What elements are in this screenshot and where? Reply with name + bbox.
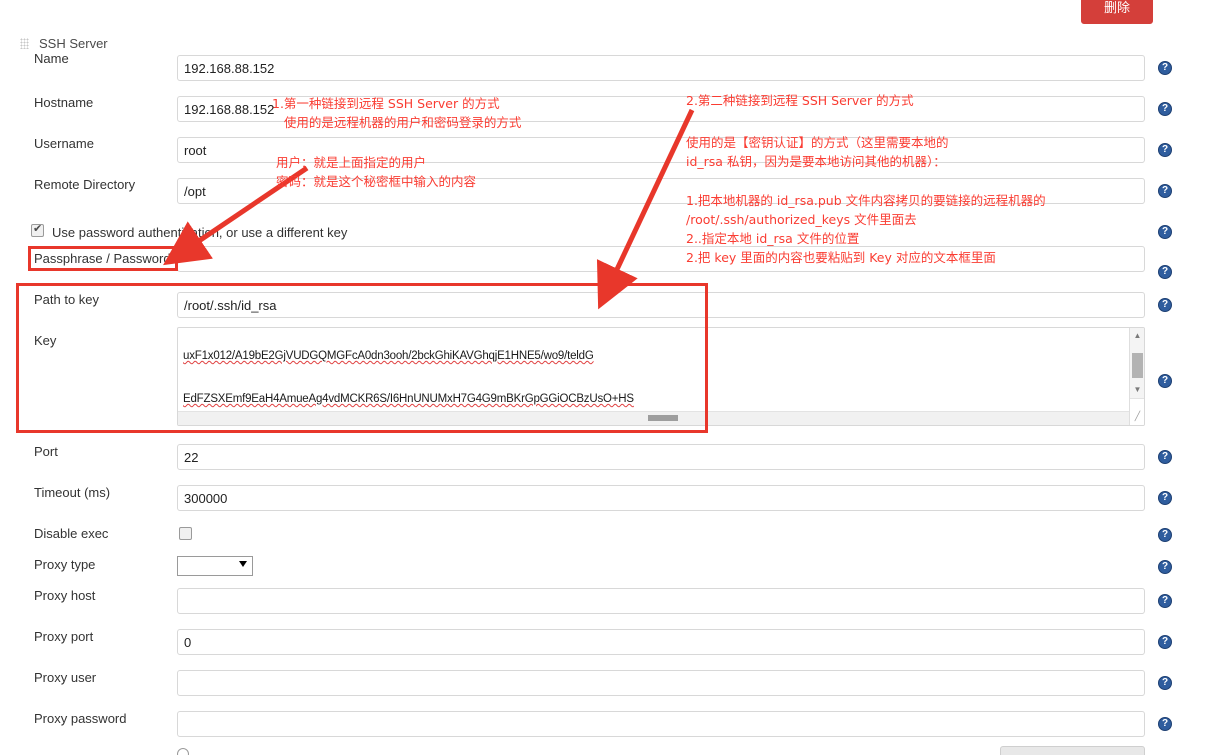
proxy-type-select[interactable]	[177, 556, 253, 576]
proxy-port-input[interactable]	[177, 629, 1145, 655]
help-icon-name[interactable]: ?	[1158, 61, 1172, 75]
key-vertical-scroll-thumb[interactable]	[1132, 353, 1143, 378]
proxy-user-input[interactable]	[177, 670, 1145, 696]
bottom-button-partial[interactable]	[1000, 746, 1145, 755]
key-vertical-scrollbar[interactable]: ▲ ▼ ╱	[1129, 328, 1144, 425]
port-input[interactable]	[177, 444, 1145, 470]
ssh-server-settings-page: 删除 SSH Server Name ? Hostname ? Username…	[0, 0, 1205, 755]
scroll-down-arrow-icon[interactable]: ▼	[1130, 382, 1144, 397]
help-icon-proxy-port[interactable]: ?	[1158, 635, 1172, 649]
label-timeout: Timeout (ms)	[34, 485, 111, 500]
help-icon-remote-directory[interactable]: ?	[1158, 184, 1172, 198]
key-horizontal-scrollbar[interactable]	[178, 411, 1131, 425]
resize-grip-icon[interactable]: ╱	[1130, 398, 1144, 425]
section-title: SSH Server	[39, 35, 108, 51]
annotation-note-1: 1.第一种链接到远程 SSH Server 的方式 使用的是远程机器的用户和密码…	[272, 96, 522, 130]
label-proxy-host: Proxy host	[34, 588, 96, 603]
help-icon-port[interactable]: ?	[1158, 450, 1172, 464]
timeout-input[interactable]	[177, 485, 1145, 511]
delete-button[interactable]: 删除	[1081, 0, 1153, 24]
proxy-host-input[interactable]	[177, 588, 1145, 614]
help-icon-proxy-password[interactable]: ?	[1158, 717, 1172, 731]
label-username: Username	[34, 136, 94, 151]
help-icon-username[interactable]: ?	[1158, 143, 1172, 157]
annotation-note-5: 1.把本地机器的 id_rsa.pub 文件内容拷贝的要链接的远程机器的 /ro…	[686, 193, 1046, 265]
use-password-auth-checkbox[interactable]	[31, 222, 44, 237]
label-disable-exec: Disable exec	[34, 526, 109, 541]
chevron-down-icon	[239, 561, 247, 567]
help-icon-key[interactable]: ?	[1158, 374, 1172, 388]
label-remote-directory: Remote Directory	[34, 177, 136, 192]
key-line: EdFZSXEmf9EaH4AmueAg4vdMCKR6S/I6HnUNUMxH…	[183, 393, 634, 406]
label-key: Key	[34, 333, 57, 348]
help-icon-passphrase[interactable]: ?	[1158, 225, 1172, 239]
label-proxy-type: Proxy type	[34, 557, 96, 572]
disable-exec-checkbox[interactable]	[179, 527, 192, 540]
scroll-up-arrow-icon[interactable]: ▲	[1130, 328, 1144, 343]
label-passphrase: Passphrase / Password	[34, 251, 171, 266]
label-proxy-user: Proxy user	[34, 670, 97, 685]
label-hostname: Hostname	[34, 95, 94, 110]
key-horizontal-scroll-thumb[interactable]	[648, 415, 678, 421]
drag-handle-icon[interactable]	[20, 37, 29, 49]
help-icon-proxy-user[interactable]: ?	[1158, 676, 1172, 690]
help-icon-path-to-key[interactable]: ?	[1158, 265, 1172, 279]
annotation-note-2: 用户：就是上面指定的用户 密码：就是这个秘密框中输入的内容	[276, 155, 477, 189]
label-proxy-port: Proxy port	[34, 629, 94, 644]
help-icon-proxy-host[interactable]: ?	[1158, 594, 1172, 608]
annotation-note-4: 使用的是【密钥认证】的方式（这里需要本地的 id_rsa 私钥，因为是要本地访问…	[686, 135, 949, 169]
path-to-key-input[interactable]	[177, 292, 1145, 318]
proxy-password-input[interactable]	[177, 711, 1145, 737]
help-icon-path-to-key-2[interactable]: ?	[1158, 298, 1172, 312]
use-password-auth-label: Use password authentication, or use a di…	[52, 225, 348, 240]
help-icon-proxy-type[interactable]: ?	[1158, 560, 1172, 574]
key-line: uxF1x012/A19bE2GjVUDGQMGFcA0dn3ooh/2bckG…	[183, 349, 594, 362]
key-textarea[interactable]: uxF1x012/A19bE2GjVUDGQMGFcA0dn3ooh/2bckG…	[177, 327, 1145, 426]
label-path-to-key: Path to key	[34, 292, 100, 307]
section-header: SSH Server	[20, 34, 108, 52]
help-icon-hostname[interactable]: ?	[1158, 102, 1172, 116]
help-icon-timeout[interactable]: ?	[1158, 491, 1172, 505]
help-icon-disable-exec[interactable]: ?	[1158, 528, 1172, 542]
label-name: Name	[34, 51, 69, 66]
annotation-note-3: 2.第二种链接到远程 SSH Server 的方式	[686, 93, 914, 108]
bottom-radio-partial[interactable]	[177, 748, 189, 755]
name-input[interactable]	[177, 55, 1145, 81]
label-port: Port	[34, 444, 58, 459]
label-proxy-password: Proxy password	[34, 711, 127, 726]
